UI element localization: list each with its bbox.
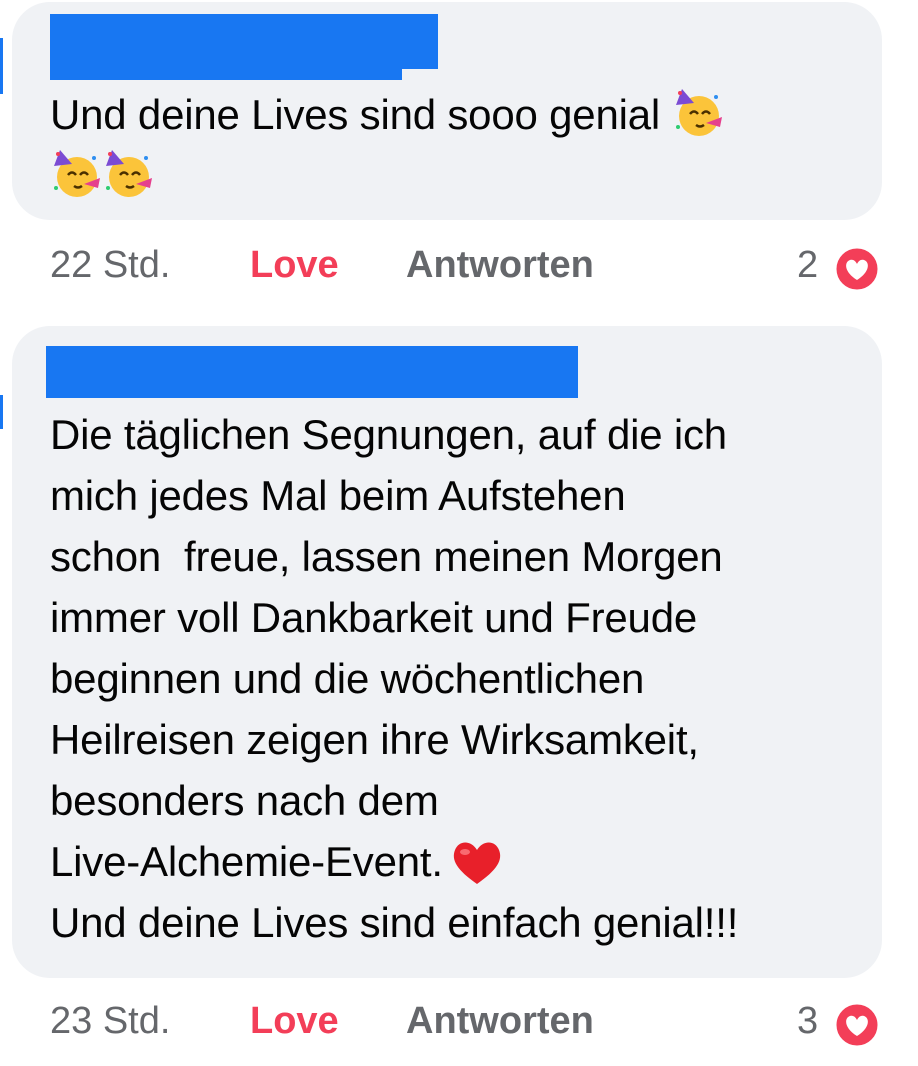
comment-bubble: Und deine Lives sind sooo genial — [12, 2, 882, 220]
comment-text: Und deine Lives sind sooo genial — [50, 84, 850, 206]
partying-face-icon — [106, 150, 152, 197]
reply-button[interactable]: Antworten — [406, 244, 594, 287]
partying-face-icon — [675, 89, 722, 136]
redacted-author-name — [46, 346, 578, 398]
comment-timestamp[interactable]: 22 Std. — [50, 244, 170, 287]
avatar-edge — [0, 395, 3, 429]
red-heart-icon — [453, 842, 500, 884]
reply-button[interactable]: Antworten — [406, 1000, 594, 1043]
comment-body: Und deine Lives sind sooo genial — [50, 91, 661, 138]
love-button[interactable]: Love — [250, 1000, 339, 1043]
comment-bubble: Die täglichen Segnungen, auf die ich mic… — [12, 326, 882, 978]
redacted-author-name — [50, 14, 438, 69]
partying-face-icon — [54, 150, 100, 197]
love-reaction-icon[interactable] — [832, 1000, 882, 1050]
comment-body-last-line: Und deine Lives sind einfach genial!!! — [50, 899, 739, 946]
comment-text: Die täglichen Segnungen, auf die ich mic… — [50, 404, 860, 953]
reaction-count[interactable]: 3 — [797, 1000, 818, 1043]
redacted-author-name — [50, 62, 402, 80]
comment-timestamp[interactable]: 23 Std. — [50, 1000, 170, 1043]
love-reaction-icon[interactable] — [832, 244, 882, 294]
comment-body: Die täglichen Segnungen, auf die ich mic… — [50, 411, 727, 885]
comment-actions: 23 Std. Love Antworten 3 — [0, 992, 918, 1052]
reaction-count[interactable]: 2 — [797, 244, 818, 287]
comment-actions: 22 Std. Love Antworten 2 — [0, 236, 918, 296]
avatar-edge — [0, 38, 3, 94]
love-button[interactable]: Love — [250, 244, 339, 287]
